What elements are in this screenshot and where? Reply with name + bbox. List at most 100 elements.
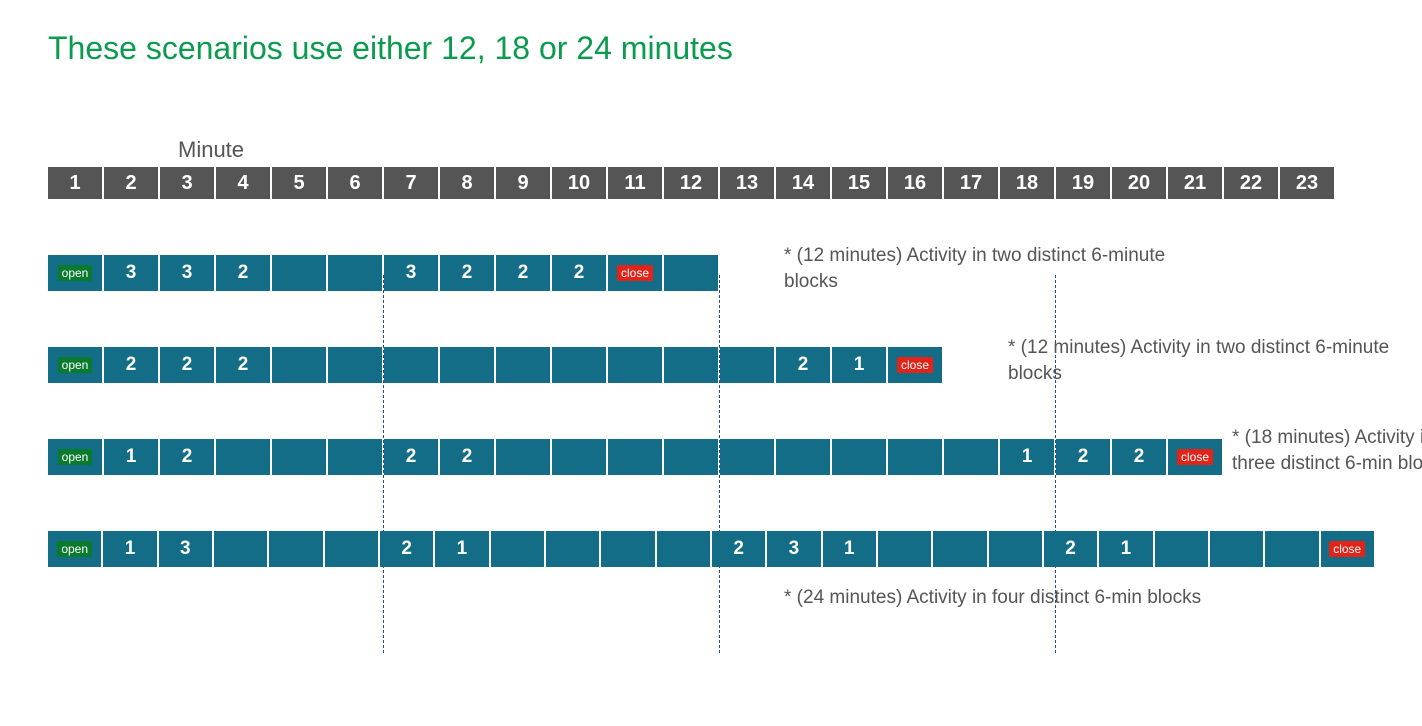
activity-cell — [1265, 531, 1318, 567]
ruler-cell: 2 — [104, 167, 158, 199]
scenario-caption: * (18 minutes) Activity in three distinc… — [1232, 425, 1422, 476]
ruler-cell: 14 — [776, 167, 830, 199]
open-badge: open — [57, 541, 92, 557]
activity-cell: 2 — [712, 531, 765, 567]
open-badge: open — [58, 449, 93, 465]
activity-cell — [328, 347, 382, 383]
scenario-caption: * (24 minutes) Activity in four distinct… — [784, 585, 1204, 611]
activity-cell: 3 — [160, 255, 214, 291]
activity-cell: 2 — [440, 255, 494, 291]
activity-cell — [384, 347, 438, 383]
ruler-cell: 10 — [552, 167, 606, 199]
ruler-cell: 18 — [1000, 167, 1054, 199]
activity-cell: 2 — [496, 255, 550, 291]
activity-cell: open — [48, 531, 101, 567]
minute-axis-label: Minute — [178, 137, 1374, 163]
activity-cell: 2 — [552, 255, 606, 291]
activity-cell: 1 — [823, 531, 876, 567]
activity-cell — [328, 255, 382, 291]
page-title: These scenarios use either 12, 18 or 24 … — [48, 30, 1374, 67]
activity-cell: close — [608, 255, 662, 291]
scenario-row: open22221close* (12 minutes) Activity in… — [48, 347, 1374, 383]
activity-cell — [325, 531, 378, 567]
activity-cell: 2 — [160, 347, 214, 383]
ruler-cell: 20 — [1112, 167, 1166, 199]
activity-cell: 2 — [216, 347, 270, 383]
minute-ruler: 1234567891011121314151617181920212223 — [48, 167, 1374, 199]
activity-cell: open — [48, 439, 102, 475]
activity-cell — [328, 439, 382, 475]
activity-cell: close — [1168, 439, 1222, 475]
ruler-cell: 9 — [496, 167, 550, 199]
activity-cell — [1210, 531, 1263, 567]
activity-cell: 2 — [216, 255, 270, 291]
ruler-cell: 1 — [48, 167, 102, 199]
activity-cell — [546, 531, 599, 567]
scenario-row-cells: open1222122close — [48, 439, 1374, 475]
activity-cell — [269, 531, 322, 567]
scenario-row: open132123121close* (24 minutes) Activit… — [48, 531, 1374, 567]
activity-cell — [657, 531, 710, 567]
activity-cell — [272, 347, 326, 383]
ruler-cell: 22 — [1224, 167, 1278, 199]
activity-cell — [272, 255, 326, 291]
activity-cell: 1 — [1099, 531, 1152, 567]
activity-cell: open — [48, 347, 102, 383]
ruler-cell: 13 — [720, 167, 774, 199]
open-badge: open — [58, 265, 93, 281]
ruler-cell: 4 — [216, 167, 270, 199]
scenario-caption: * (12 minutes) Activity in two distinct … — [784, 243, 1204, 294]
activity-cell — [1155, 531, 1208, 567]
close-badge: close — [897, 357, 933, 373]
activity-cell — [664, 439, 718, 475]
activity-cell: 3 — [384, 255, 438, 291]
activity-cell: 2 — [776, 347, 830, 383]
activity-cell: 2 — [104, 347, 158, 383]
activity-cell: 2 — [1044, 531, 1097, 567]
activity-cell: 1 — [832, 347, 886, 383]
ruler-cell: 16 — [888, 167, 942, 199]
ruler-cell: 23 — [1280, 167, 1334, 199]
close-badge: close — [1329, 541, 1365, 557]
activity-cell — [552, 347, 606, 383]
activity-cell — [601, 531, 654, 567]
ruler-cell: 12 — [664, 167, 718, 199]
activity-cell: 2 — [160, 439, 214, 475]
activity-cell: 1 — [1000, 439, 1054, 475]
activity-cell — [989, 531, 1042, 567]
ruler-cell: 15 — [832, 167, 886, 199]
ruler-cell: 5 — [272, 167, 326, 199]
activity-cell — [214, 531, 267, 567]
ruler-cell: 6 — [328, 167, 382, 199]
activity-cell: 2 — [1112, 439, 1166, 475]
activity-cell — [664, 255, 718, 291]
activity-cell: close — [1321, 531, 1374, 567]
scenario-row: open3323222close* (12 minutes) Activity … — [48, 255, 1374, 291]
activity-cell — [608, 347, 662, 383]
activity-cell: 2 — [380, 531, 433, 567]
activity-cell — [720, 347, 774, 383]
activity-cell — [496, 439, 550, 475]
activity-cell: 1 — [103, 531, 156, 567]
ruler-cell: 19 — [1056, 167, 1110, 199]
activity-cell: 2 — [1056, 439, 1110, 475]
open-badge: open — [58, 357, 93, 373]
scenario-rows: open3323222close* (12 minutes) Activity … — [48, 255, 1374, 653]
activity-cell — [608, 439, 662, 475]
activity-cell — [664, 347, 718, 383]
ruler-cell: 3 — [160, 167, 214, 199]
activity-cell: 3 — [159, 531, 212, 567]
activity-cell — [440, 347, 494, 383]
activity-cell: 3 — [104, 255, 158, 291]
ruler-cell: 7 — [384, 167, 438, 199]
activity-cell: open — [48, 255, 102, 291]
close-badge: close — [1177, 449, 1213, 465]
ruler-cell: 11 — [608, 167, 662, 199]
activity-cell — [878, 531, 931, 567]
activity-cell — [720, 439, 774, 475]
close-badge: close — [617, 265, 653, 281]
scenario-row: open1222122close* (18 minutes) Activity … — [48, 439, 1374, 475]
activity-cell: 1 — [435, 531, 488, 567]
activity-cell: 2 — [384, 439, 438, 475]
activity-cell: 3 — [767, 531, 820, 567]
